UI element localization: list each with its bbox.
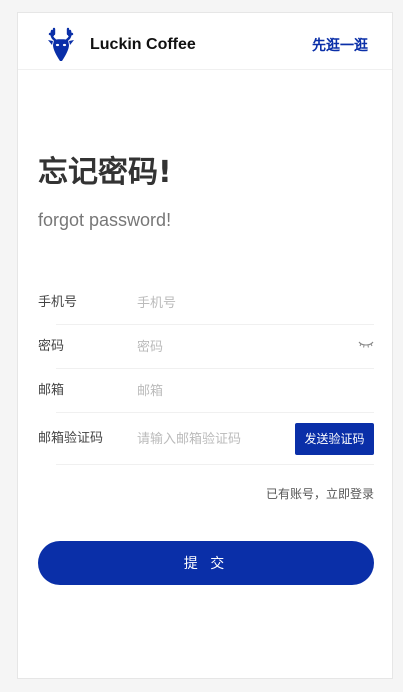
email-divider: [56, 412, 374, 413]
email-code-input[interactable]: [137, 429, 287, 449]
page-subtitle: forgot password!: [38, 210, 172, 230]
email-label: 邮箱: [38, 383, 65, 398]
phone-input[interactable]: [137, 293, 337, 313]
eye-closed-icon[interactable]: [358, 340, 374, 350]
phone-label: 手机号: [38, 295, 78, 310]
browse-link[interactable]: 先逛一逛: [312, 37, 368, 55]
email-code-label: 邮箱验证码: [38, 431, 104, 446]
phone-divider: [56, 324, 374, 325]
password-divider: [56, 368, 374, 369]
email-input[interactable]: [137, 381, 337, 401]
top-header: Luckin Coffee 先逛一逛: [18, 13, 392, 70]
password-label: 密码: [38, 339, 65, 354]
brand-name: Luckin Coffee: [90, 36, 196, 53]
send-code-button[interactable]: 发送验证码: [295, 423, 374, 455]
login-link[interactable]: 已有账号，立即登录: [266, 486, 374, 502]
submit-button[interactable]: 提 交: [38, 541, 374, 585]
forgot-password-card: Luckin Coffee 先逛一逛 忘记密码! forgot password…: [17, 12, 393, 679]
email-code-divider: [56, 464, 374, 465]
password-input[interactable]: [137, 337, 337, 357]
luckin-deer-logo-icon: [48, 27, 74, 61]
page-title: 忘记密码!: [38, 155, 172, 190]
